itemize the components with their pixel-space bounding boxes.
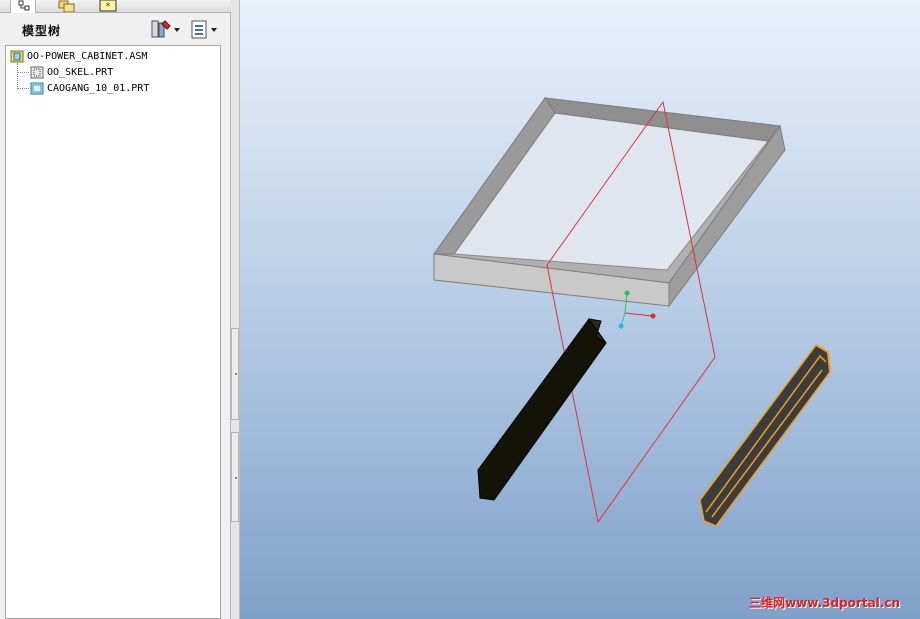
tab-favorites[interactable]: * — [96, 0, 122, 12]
part-icon — [30, 82, 44, 95]
channel-part[interactable] — [699, 344, 831, 527]
tab-folder-browser[interactable] — [55, 0, 81, 12]
model-tree-icon — [18, 0, 30, 11]
show-menu-icon — [191, 20, 217, 39]
assembly-icon — [10, 50, 24, 63]
folder-browser-icon — [58, 0, 75, 12]
show-menu-button[interactable] — [189, 19, 221, 41]
panel-header: 模型树 — [0, 13, 231, 45]
navigator-tab-strip: * — [0, 0, 231, 13]
tree-connector — [18, 88, 29, 89]
channel-web-edge — [711, 369, 823, 518]
tree-item-label: CAOGANG_10_01.PRT — [47, 83, 150, 94]
panel-splitter[interactable] — [231, 0, 240, 619]
splitter-grip[interactable] — [231, 432, 239, 522]
tree-connector — [18, 72, 29, 73]
frame-opening — [453, 112, 769, 271]
tree-settings-button[interactable] — [150, 19, 182, 41]
tree-item-assembly[interactable]: OO-POWER_CABINET.ASM — [10, 49, 147, 64]
panel-title: 模型树 — [22, 24, 62, 38]
favorites-icon: * — [99, 0, 117, 12]
tree-item-label: OO_SKEL.PRT — [47, 67, 114, 78]
angle-steel-body — [477, 318, 607, 501]
grip-dot — [235, 373, 237, 375]
graphics-window[interactable]: 三维网www.3dportal.cn — [240, 0, 920, 619]
model-tree-panel: * 模型树 OO-POWER_CABINET.ASM OO_SKEL.PRT C… — [0, 0, 231, 619]
tree-settings-icon — [151, 20, 180, 38]
3d-scene — [433, 97, 831, 527]
svg-text:*: * — [106, 2, 111, 12]
tree-item-part[interactable]: CAOGANG_10_01.PRT — [30, 81, 149, 96]
grip-dot — [235, 477, 237, 479]
tree-item-skeleton[interactable]: OO_SKEL.PRT — [30, 65, 113, 80]
tree-item-label: OO-POWER_CABINET.ASM — [27, 51, 148, 62]
frame-part[interactable] — [433, 97, 786, 308]
watermark-text: 三维网www.3dportal.cn — [749, 596, 900, 610]
channel-body — [699, 344, 831, 527]
tree-connector — [17, 63, 18, 89]
tab-model-tree[interactable] — [10, 0, 36, 13]
model-tree[interactable]: OO-POWER_CABINET.ASM OO_SKEL.PRT CAOGANG… — [5, 45, 221, 619]
angle-steel-part[interactable] — [477, 318, 607, 501]
splitter-grip[interactable] — [231, 328, 239, 420]
skeleton-part-icon — [30, 66, 44, 79]
